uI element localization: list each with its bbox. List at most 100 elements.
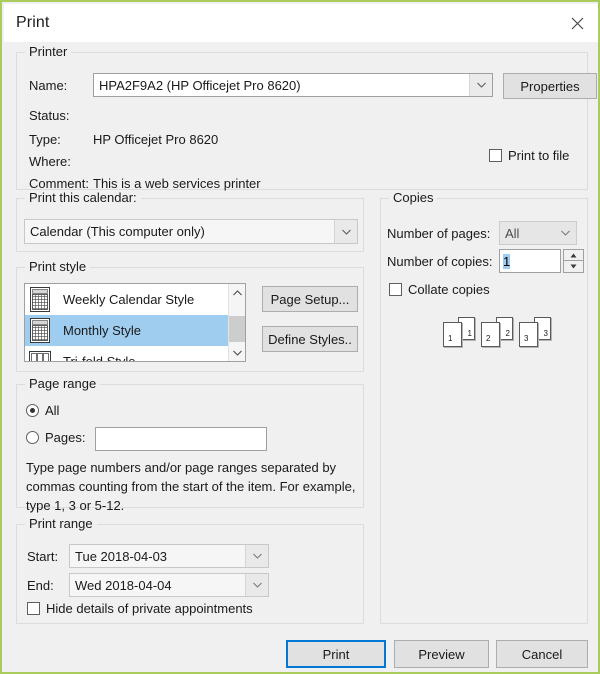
page-range-pages-radio[interactable]: Pages:	[26, 430, 85, 445]
print-style-list[interactable]: Weekly Calendar Style Monthly Style Tri-…	[24, 283, 246, 362]
define-styles-button[interactable]: Define Styles..	[262, 326, 358, 352]
list-item[interactable]: Monthly Style	[25, 315, 245, 346]
page-range-all-label: All	[45, 403, 60, 418]
print-range-start-label: Start:	[27, 549, 59, 564]
printer-group: Printer Name: HPA2F9A2 (HP Officejet Pro…	[16, 45, 597, 191]
copy-number-back: 1	[467, 329, 472, 338]
printer-name-value: HPA2F9A2 (HP Officejet Pro 8620)	[99, 77, 301, 93]
print-range-group: Print range Start: Tue 2018-04-03 End: W…	[16, 517, 364, 624]
copies-group: Copies Number of pages: All Number of co…	[380, 191, 588, 624]
page-setup-button[interactable]: Page Setup...	[262, 286, 358, 312]
hide-private-details-label: Hide details of private appointments	[46, 601, 253, 616]
properties-button[interactable]: Properties	[503, 73, 597, 99]
list-item-label: Weekly Calendar Style	[63, 292, 195, 307]
calendar-grid-icon	[30, 318, 50, 343]
copy-number-back: 2	[505, 329, 510, 338]
stepper-down-icon[interactable]	[563, 261, 584, 273]
print-to-file-checkbox[interactable]: Print to file	[489, 148, 569, 163]
print-this-calendar-combo[interactable]: Calendar (This computer only)	[24, 219, 358, 244]
page-range-all-radio[interactable]: All	[26, 403, 59, 418]
radio-dot	[26, 404, 39, 417]
chevron-down-glyph	[252, 582, 262, 588]
print-dialog: Print Printer Name: HPA2F9A2 (HP Officej…	[0, 0, 600, 674]
collate-copies-label: Collate copies	[408, 282, 490, 297]
page-range-help-text: Type page numbers and/or page ranges sep…	[26, 460, 356, 513]
printer-name-combo[interactable]: HPA2F9A2 (HP Officejet Pro 8620)	[93, 73, 493, 97]
printer-name-label: Name:	[29, 78, 68, 93]
print-this-calendar-group: Print this calendar: Calendar (This comp…	[16, 191, 364, 252]
page-range-pages-label: Pages:	[45, 430, 86, 445]
copy-number-back: 3	[543, 329, 548, 338]
chevron-down-glyph	[476, 82, 486, 88]
number-of-copies-stepper[interactable]	[563, 249, 584, 273]
copy-preview-page: 2 2	[481, 317, 513, 347]
chevron-down-icon[interactable]	[245, 574, 268, 596]
print-range-end-label: End:	[27, 578, 54, 593]
triangle-down-glyph	[570, 264, 577, 269]
trifold-columns-icon	[29, 351, 51, 361]
close-x-glyph	[571, 17, 584, 29]
preview-button[interactable]: Preview	[394, 640, 489, 668]
printer-type-value: HP Officejet Pro 8620	[93, 132, 219, 147]
printer-comment-label: Comment:	[29, 176, 89, 191]
page-range-group-label: Page range	[25, 377, 101, 391]
print-range-end-combo[interactable]: Wed 2018-04-04	[69, 573, 269, 597]
print-range-start-value: Tue 2018-04-03	[75, 548, 168, 564]
print-range-group-label: Print range	[25, 517, 97, 531]
chevron-down-glyph	[252, 553, 262, 559]
collate-copies-box	[389, 283, 402, 296]
copy-preview-page: 3 3	[519, 317, 551, 347]
number-of-pages-label: Number of pages:	[387, 226, 491, 241]
print-this-calendar-label: Print this calendar:	[25, 191, 141, 205]
chevron-down-icon[interactable]	[334, 220, 357, 243]
copy-number-front: 2	[486, 334, 491, 343]
number-of-pages-combo[interactable]: All	[499, 221, 577, 245]
copies-group-label: Copies	[389, 191, 438, 205]
page-sheet-front	[519, 322, 538, 347]
calendar-grid-icon	[30, 287, 50, 312]
copy-preview-page: 1 1	[443, 317, 475, 347]
stepper-up-icon[interactable]	[563, 249, 584, 261]
print-to-file-label: Print to file	[508, 148, 570, 163]
print-range-start-combo[interactable]: Tue 2018-04-03	[69, 544, 269, 568]
print-to-file-box	[489, 149, 502, 162]
radio-dot	[26, 431, 39, 444]
collate-preview: 1 1 2 2 3 3	[443, 317, 557, 347]
number-of-copies-input[interactable]: 1	[499, 249, 561, 273]
copy-number-front: 1	[448, 334, 453, 343]
chevron-down-icon[interactable]	[469, 74, 492, 96]
print-style-scrollbar[interactable]	[228, 284, 245, 361]
page-sheet-front	[481, 322, 500, 347]
hide-private-details-box	[27, 602, 40, 615]
dialog-title: Print	[16, 14, 50, 31]
chevron-down-glyph	[233, 350, 242, 356]
list-item[interactable]: Tri-fold Style	[25, 346, 245, 361]
printer-group-label: Printer	[25, 45, 72, 59]
print-style-group-label: Print style	[25, 260, 91, 274]
hide-private-details-checkbox[interactable]: Hide details of private appointments	[27, 601, 253, 616]
printer-where-label: Where:	[29, 154, 71, 169]
print-range-end-value: Wed 2018-04-04	[75, 577, 172, 593]
printer-comment-value: This is a web services printer	[93, 176, 261, 191]
triangle-up-glyph	[570, 253, 577, 257]
chevron-down-glyph	[341, 229, 351, 235]
close-icon[interactable]	[555, 4, 598, 42]
chevron-down-icon[interactable]	[245, 545, 268, 567]
title-bar: Print	[4, 4, 598, 42]
scroll-up-icon[interactable]	[229, 284, 245, 301]
list-item[interactable]: Weekly Calendar Style	[25, 284, 245, 315]
scroll-down-icon[interactable]	[229, 344, 245, 361]
number-of-pages-value: All	[505, 225, 520, 241]
chevron-down-glyph	[560, 230, 570, 236]
scroll-thumb[interactable]	[229, 316, 245, 342]
number-of-copies-value: 1	[503, 253, 511, 269]
chevron-up-glyph	[233, 289, 242, 295]
chevron-down-icon[interactable]	[554, 222, 576, 244]
pages-input[interactable]	[95, 427, 267, 451]
printer-type-label: Type:	[29, 132, 61, 147]
print-style-group: Print style Weekly Calendar Style Monthl…	[16, 260, 364, 372]
copy-number-front: 3	[524, 334, 529, 343]
collate-copies-checkbox[interactable]: Collate copies	[389, 282, 490, 297]
print-button[interactable]: Print	[286, 640, 386, 668]
cancel-button[interactable]: Cancel	[496, 640, 588, 668]
